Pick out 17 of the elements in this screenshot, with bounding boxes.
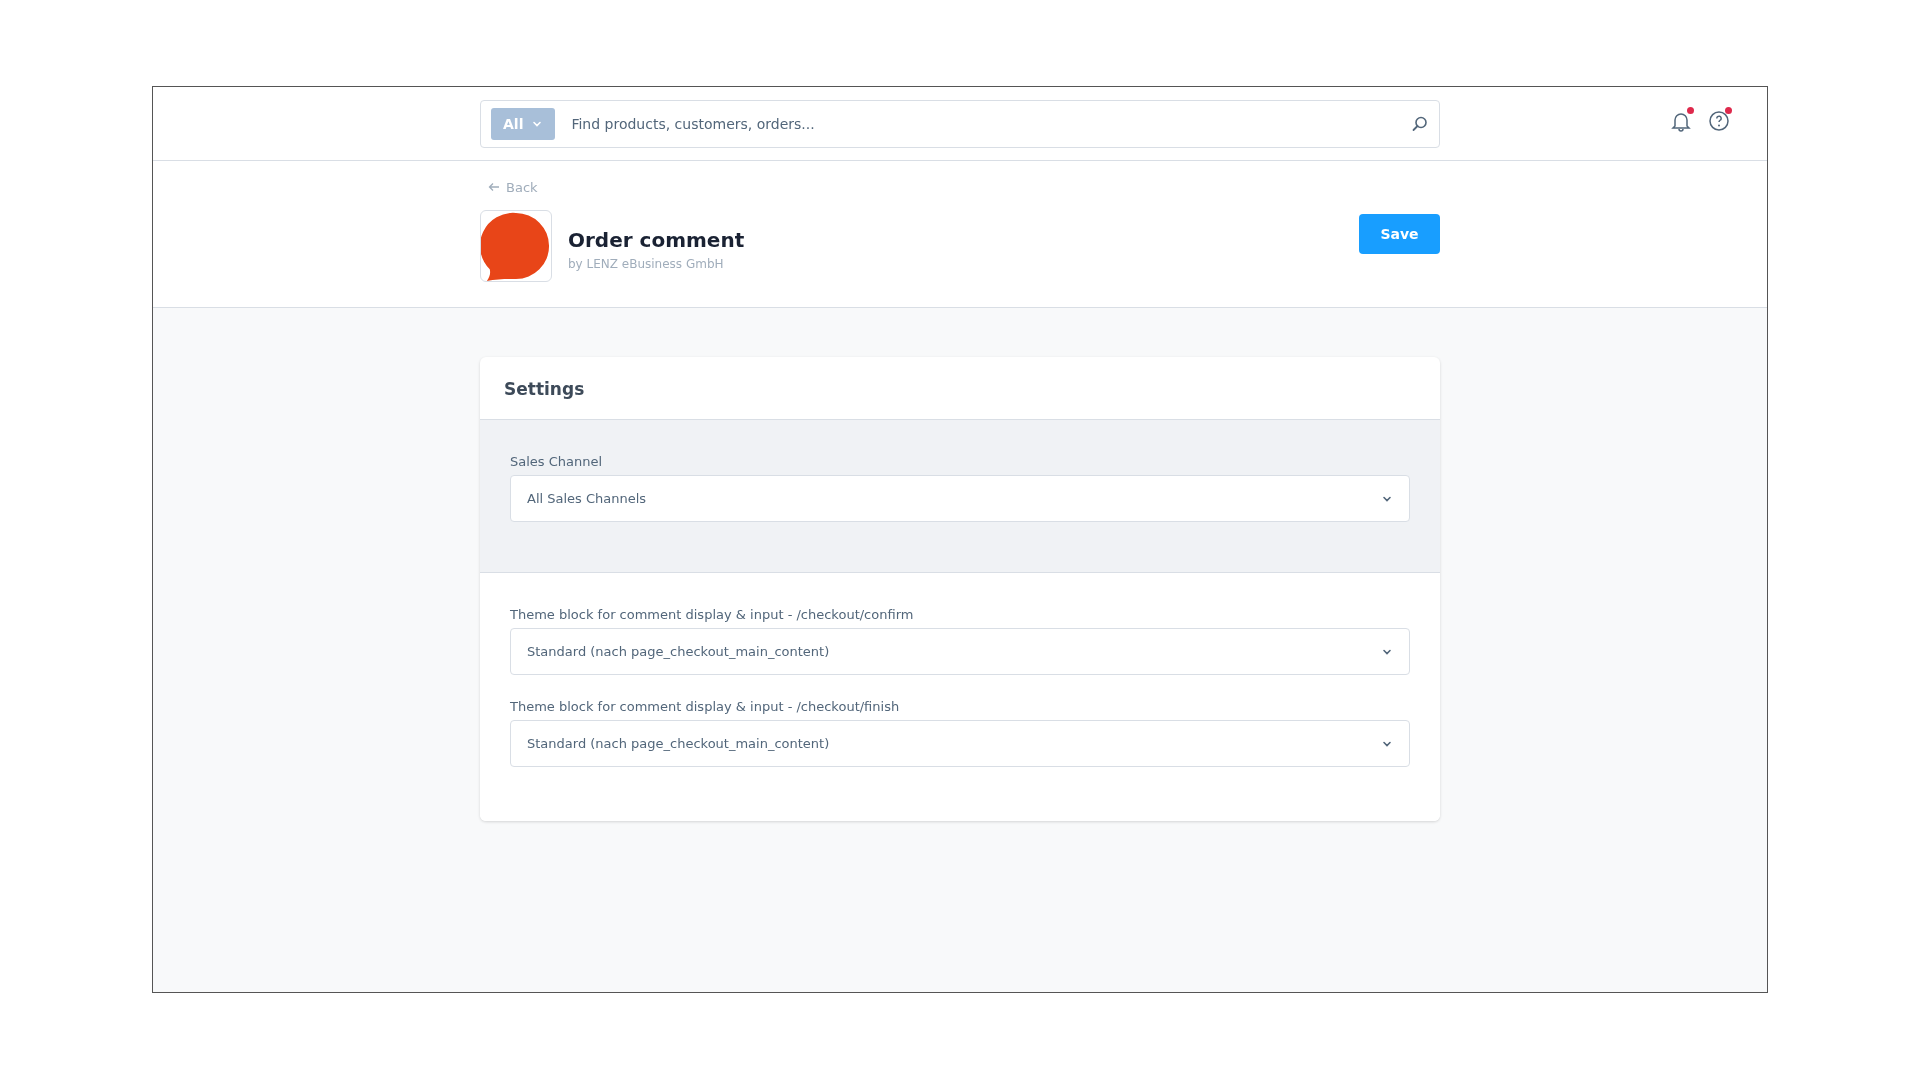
extension-title: Order comment: [568, 227, 746, 252]
back-link[interactable]: Back: [488, 179, 538, 195]
save-button[interactable]: Save: [1359, 214, 1440, 254]
search-icon[interactable]: [1411, 114, 1429, 133]
help-icon[interactable]: [1707, 109, 1731, 133]
field-label: Theme block for comment display & input - /checkout/confirm: [510, 607, 915, 622]
search-field[interactable]: All Find products, customers, orders...: [480, 99, 1440, 148]
select-field[interactable]: Standard (nach page_checkout_main_content): [510, 628, 1410, 675]
bell-icon[interactable]: [1669, 109, 1693, 133]
speech-bubble-icon: [480, 210, 552, 282]
field-label: Sales Channel: [510, 454, 604, 469]
scope-dropdown[interactable]: All: [491, 107, 556, 140]
select-field[interactable]: Standard (nach page_checkout_main_content): [510, 720, 1410, 767]
back-arrow-icon: [488, 182, 500, 192]
field-label: Theme block for comment display & input - /checkout/finish: [510, 699, 901, 714]
select-field[interactable]: All Sales Channels: [510, 475, 1410, 522]
vendor-text: by LENZ eBusiness GmbH: [568, 256, 725, 271]
